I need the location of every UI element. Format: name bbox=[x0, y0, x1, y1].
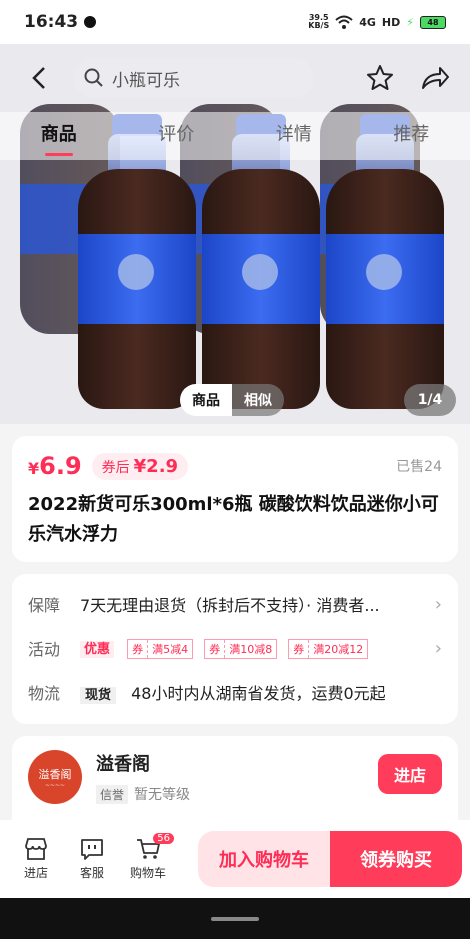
store-button[interactable]: 进店 bbox=[8, 837, 64, 881]
shop-logo[interactable]: 溢香阁 ~~~~ bbox=[28, 750, 82, 804]
logistics-label: 物流 bbox=[28, 684, 61, 703]
service-info-card: 保障 7天无理由退货（拆封后不支持）· 消费者... › 活动 优惠 券满5减4… bbox=[12, 574, 458, 724]
add-to-cart-button[interactable]: 加入购物车 bbox=[198, 831, 330, 887]
enter-shop-button[interactable]: 进店 bbox=[377, 754, 442, 794]
shop-card: 溢香阁 ~~~~ 溢香阁 信誉 暂无等级 进店 bbox=[12, 736, 458, 826]
gesture-bar bbox=[0, 898, 470, 939]
coupon-price-badge: 券后 ¥2.9 bbox=[91, 452, 189, 480]
gallery-toggle: 商品 相似 bbox=[180, 384, 284, 416]
in-stock-tag: 现货 bbox=[80, 687, 117, 704]
sold-count: 已售24 bbox=[396, 459, 442, 475]
coupon-tag: 券满10减8 bbox=[204, 638, 278, 659]
chevron-right-icon: › bbox=[434, 637, 442, 659]
customer-service-button[interactable]: 客服 bbox=[64, 837, 120, 881]
back-button[interactable] bbox=[20, 58, 60, 98]
buy-with-coupon-button[interactable]: 领券购买 bbox=[330, 831, 462, 887]
hd-label: HD bbox=[381, 15, 401, 29]
logistics-row: 物流 现货 48小时内从湖南省发货，运费0元起 bbox=[28, 670, 442, 714]
chevron-right-icon: › bbox=[434, 593, 442, 615]
coupon-tag: 券满5减4 bbox=[127, 638, 194, 659]
battery-icon: 48 bbox=[420, 15, 446, 29]
shop-name[interactable]: 溢香阁 bbox=[96, 750, 190, 776]
product-title: 2022新货可乐300ml*6瓶 碳酸饮料饮品迷你小可乐汽水浮力 bbox=[28, 494, 439, 545]
discount-tag: 优惠 bbox=[80, 640, 115, 658]
shop-level: 暂无等级 bbox=[134, 787, 191, 803]
tab-details[interactable]: 详情 bbox=[235, 112, 353, 160]
price: ¥6.9 bbox=[28, 452, 82, 480]
search-input[interactable]: 小瓶可乐 bbox=[74, 58, 314, 98]
price-card: ¥6.9 券后 ¥2.9 已售24 2022新货可乐300ml*6瓶 碳酸饮料饮… bbox=[12, 436, 458, 562]
wifi-icon bbox=[335, 15, 353, 29]
activity-row[interactable]: 活动 优惠 券满5减4 券满10减8 券满20减12 › bbox=[28, 626, 442, 670]
section-tabs: 商品 评价 详情 推荐 bbox=[0, 112, 470, 160]
status-bar: 16:43 39.5 KB/S 4G HD ⚡ 48 bbox=[0, 0, 470, 44]
favorite-star-icon[interactable] bbox=[366, 64, 394, 92]
toggle-similar[interactable]: 相似 bbox=[232, 384, 284, 416]
home-indicator[interactable] bbox=[211, 916, 259, 921]
cart-button[interactable]: 购物车 56 bbox=[120, 833, 176, 881]
search-placeholder: 小瓶可乐 bbox=[112, 70, 180, 91]
tab-goods[interactable]: 商品 bbox=[0, 112, 118, 160]
back-arrow-icon bbox=[32, 67, 45, 89]
charging-icon: ⚡ bbox=[406, 15, 414, 29]
image-counter: 1/4 bbox=[404, 384, 456, 416]
toggle-goods[interactable]: 商品 bbox=[180, 384, 232, 416]
signal-icon: 4G bbox=[359, 15, 376, 29]
cart-count-badge: 56 bbox=[153, 833, 174, 844]
notification-dot-icon bbox=[84, 16, 97, 28]
store-icon bbox=[25, 838, 47, 860]
coupon-tag: 券满20减12 bbox=[288, 638, 369, 659]
tab-recommend[interactable]: 推荐 bbox=[353, 112, 470, 160]
guarantee-value: 7天无理由退货（拆封后不支持）· 消费者... bbox=[80, 596, 380, 615]
reputation-badge: 信誉 bbox=[96, 784, 129, 804]
search-icon bbox=[84, 68, 103, 87]
guarantee-label: 保障 bbox=[28, 596, 61, 615]
net-speed: 39.5 KB/S bbox=[308, 13, 330, 30]
status-time: 16:43 bbox=[24, 12, 79, 32]
guarantee-row[interactable]: 保障 7天无理由退货（拆封后不支持）· 消费者... › bbox=[28, 582, 442, 626]
bottom-action-bar: 进店 客服 购物车 56 加入购物车 领券购买 bbox=[0, 820, 470, 898]
chat-icon bbox=[81, 839, 103, 860]
share-icon[interactable] bbox=[420, 65, 450, 91]
logistics-value: 48小时内从湖南省发货，运费0元起 bbox=[131, 684, 386, 703]
activity-label: 活动 bbox=[28, 640, 61, 659]
top-nav: 小瓶可乐 bbox=[0, 44, 470, 112]
tab-reviews[interactable]: 评价 bbox=[118, 112, 236, 160]
